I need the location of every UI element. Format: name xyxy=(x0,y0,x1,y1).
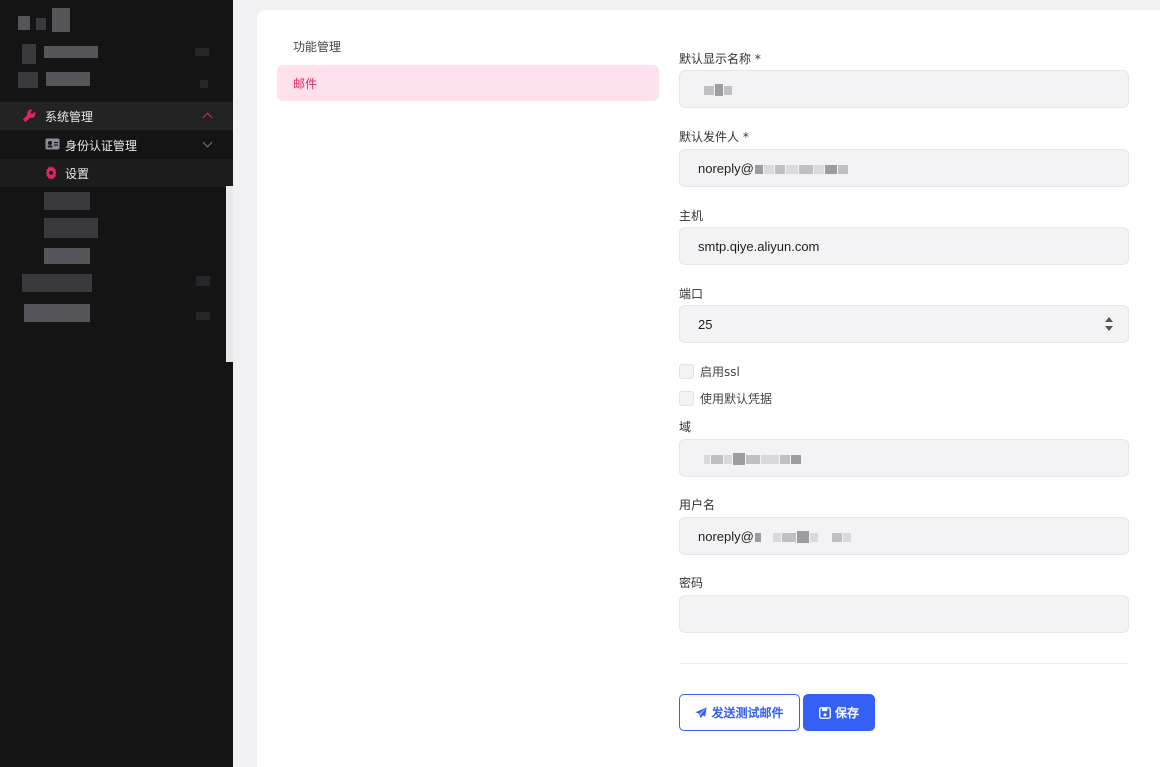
save-label: 保存 xyxy=(834,706,859,720)
enable-ssl-checkbox[interactable] xyxy=(679,364,694,379)
sidebar-item-label: 身份认证管理 xyxy=(65,139,138,153)
redacted-value xyxy=(754,529,851,544)
domain-input[interactable] xyxy=(679,439,1129,477)
wrench-icon xyxy=(22,109,36,123)
sidebar-item-identity-management[interactable]: 身份认证管理 xyxy=(0,131,233,159)
feature-management-title: 功能管理 xyxy=(293,40,342,54)
sender-value: noreply@ xyxy=(698,160,754,176)
sidebar-item-label: 设置 xyxy=(65,167,90,181)
domain-label: 域 xyxy=(679,420,692,434)
default-sender-input[interactable]: noreply@ xyxy=(679,149,1129,187)
username-label: 用户名 xyxy=(679,498,716,512)
enable-ssl-label: 启用ssl xyxy=(700,365,740,379)
save-button[interactable]: 保存 xyxy=(803,694,875,731)
password-label: 密码 xyxy=(679,576,704,590)
username-value: noreply@ xyxy=(698,528,754,544)
settings-menu-item-email[interactable]: 邮件 xyxy=(277,65,659,101)
sidebar-redacted-edge xyxy=(226,186,233,362)
send-test-email-label: 发送测试邮件 xyxy=(711,706,784,720)
redacted-value xyxy=(754,161,848,176)
chevron-down-icon xyxy=(202,137,213,148)
sidebar-item-label: 系统管理 xyxy=(45,110,94,124)
gear-icon xyxy=(45,166,59,180)
port-label: 端口 xyxy=(679,287,704,301)
chevron-up-icon xyxy=(202,112,213,123)
paper-plane-icon xyxy=(695,706,708,718)
host-input[interactable]: smtp.qiye.aliyun.com xyxy=(679,227,1129,265)
use-default-credentials-label: 使用默认凭据 xyxy=(700,392,773,406)
redacted-value xyxy=(698,82,732,97)
sidebar-item-settings[interactable]: 设置 xyxy=(0,159,233,187)
password-input[interactable] xyxy=(679,595,1129,633)
enable-ssl-checkbox-row[interactable]: 启用ssl xyxy=(679,363,740,380)
redacted-value xyxy=(698,451,801,466)
floppy-disk-icon xyxy=(819,706,831,719)
display-name-label: 默认显示名称 * xyxy=(679,52,761,66)
display-name-input[interactable] xyxy=(679,70,1129,108)
form-divider xyxy=(679,663,1129,664)
port-input[interactable]: 25 xyxy=(679,305,1129,343)
host-label: 主机 xyxy=(679,209,704,223)
settings-card xyxy=(257,10,1160,767)
sidebar-item-system-management[interactable]: 系统管理 xyxy=(0,102,233,130)
content-gutter xyxy=(233,0,257,767)
id-card-icon xyxy=(45,138,60,150)
number-stepper-icon[interactable] xyxy=(1104,317,1114,331)
port-value: 25 xyxy=(698,316,713,332)
use-default-credentials-checkbox[interactable] xyxy=(679,391,694,406)
send-test-email-button[interactable]: 发送测试邮件 xyxy=(679,694,800,731)
default-sender-label: 默认发件人 * xyxy=(679,130,749,144)
username-input[interactable]: noreply@ xyxy=(679,517,1129,555)
sidebar: 系统管理 身份认证管理 设置 xyxy=(0,0,233,767)
use-default-credentials-checkbox-row[interactable]: 使用默认凭据 xyxy=(679,390,772,407)
